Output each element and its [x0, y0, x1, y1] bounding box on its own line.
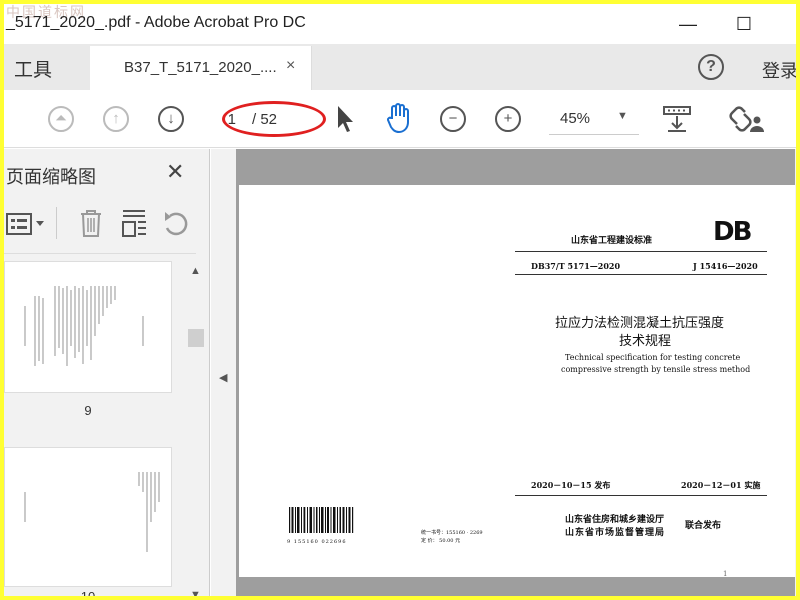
tab-bar: 工具 B37_T_5171_2020_.... × ? 登录 [4, 44, 796, 90]
minimize-button[interactable]: — [668, 10, 708, 38]
zoom-out-icon[interactable]: − [440, 106, 466, 132]
date-rule [515, 495, 767, 496]
db-logo: DB [713, 217, 752, 247]
thumbnail-page-9[interactable] [4, 261, 172, 393]
panel-title: 页面缩略图 [6, 167, 96, 187]
panel-toolbar [4, 204, 210, 248]
pdf-page: 山东省工程建设标准 DB DB37/T 5171—2020 J 15416—20… [239, 185, 796, 578]
tab-document[interactable]: B37_T_5171_2020_.... × [90, 46, 312, 90]
j-number: J 15416—2020 [693, 261, 758, 271]
joint-release: 联合发布 [685, 521, 722, 531]
isbn-barcode [289, 507, 354, 533]
panel-close-icon[interactable]: ✕ [166, 159, 184, 185]
zoom-dropdown-chevron-icon[interactable]: ▼ [617, 110, 628, 122]
price: 定 价： 50.00 元 [421, 538, 461, 544]
zoom-underline [549, 134, 639, 135]
issuer-line2: 山东省市场监督管理局 [565, 528, 666, 538]
previous-page-icon[interactable]: ↑ [103, 106, 129, 132]
hand-tool-icon[interactable] [384, 102, 414, 134]
thumbnail-list: 9 10 [4, 259, 184, 596]
thumbnail-page-10[interactable] [4, 447, 172, 587]
tab-close-icon[interactable]: × [286, 57, 295, 75]
barcode-digits: 9 155160 022696 [287, 539, 347, 545]
delete-page-icon[interactable] [78, 208, 104, 238]
scroll-mode-icon[interactable] [662, 104, 692, 134]
thumbnail-scrollbar-thumb[interactable] [188, 329, 204, 347]
extract-page-icon[interactable] [120, 208, 148, 238]
select-cursor-icon[interactable] [334, 104, 356, 134]
page-thumbnails-panel: 页面缩略图 ✕ 9 ▲ ▼ [4, 149, 210, 596]
document-viewer: ◀ 山东省工程建设标准 DB DB37/T 5171—2020 J 15416—… [211, 149, 796, 596]
tab-document-label: B37_T_5171_2020_.... [124, 59, 277, 76]
header-rule [515, 251, 767, 252]
maximize-button[interactable]: ☐ [724, 10, 764, 38]
page-number: 1 [723, 570, 728, 578]
thumbnail-options-icon[interactable] [6, 210, 50, 238]
collapse-panel-icon[interactable]: ◀ [219, 371, 227, 384]
implementation-date: 2020－12－01 实施 [681, 480, 761, 490]
thumbnail-page-9-content [24, 286, 144, 366]
zoom-level[interactable]: 45% [560, 110, 590, 127]
window-title: _5171_2020_.pdf - Adobe Acrobat Pro DC [6, 14, 306, 31]
panel-separator [4, 253, 196, 254]
issuing-org-header: 山东省工程建设标准 [571, 236, 653, 246]
book-number: 统一书号：155160 · 2269 [421, 530, 483, 536]
issue-date: 2020－10－15 发布 [531, 480, 611, 490]
zoom-in-icon[interactable]: + [495, 106, 521, 132]
issuer-line1: 山东省住房和城乡建设厅 [565, 515, 665, 525]
acrobat-window: 中国道标网 _5171_2020_.pdf - Adobe Acrobat Pr… [4, 4, 796, 596]
thumbnail-page-9-label: 9 [84, 403, 92, 418]
next-page-icon[interactable]: ↓ [158, 106, 184, 132]
thumbnail-scrollbar[interactable] [186, 259, 204, 596]
tab-tools[interactable]: 工具 [14, 55, 52, 82]
scroll-down-icon[interactable]: ▼ [190, 589, 201, 596]
first-page-icon[interactable]: ⏶ [48, 106, 74, 132]
title-cn-line2: 技术规程 [619, 334, 672, 349]
rotate-page-icon[interactable] [162, 210, 190, 238]
share-link-icon[interactable] [728, 104, 766, 134]
title-en-line2: compressive strength by tensile stress m… [561, 365, 751, 374]
login-button[interactable]: 登录 [762, 57, 796, 83]
standard-number: DB37/T 5171—2020 [531, 261, 621, 271]
toolbar: ⏶ ↑ ↓ 1 / 52 − + 45% ▼ [4, 90, 796, 148]
title-en-line1: Technical specification for testing conc… [565, 353, 741, 362]
panel-toolbar-divider [56, 207, 57, 239]
help-icon[interactable]: ? [698, 54, 724, 80]
thumbnail-page-10-content [24, 472, 160, 552]
title-cn-line1: 拉应力法检测混凝土抗压强度 [555, 316, 725, 331]
red-annotation-ellipse [222, 101, 326, 137]
number-rule [515, 274, 767, 275]
scroll-up-icon[interactable]: ▲ [190, 265, 201, 277]
thumbnail-page-10-label: 10 [4, 589, 172, 596]
title-bar: 中国道标网 _5171_2020_.pdf - Adobe Acrobat Pr… [4, 4, 796, 44]
